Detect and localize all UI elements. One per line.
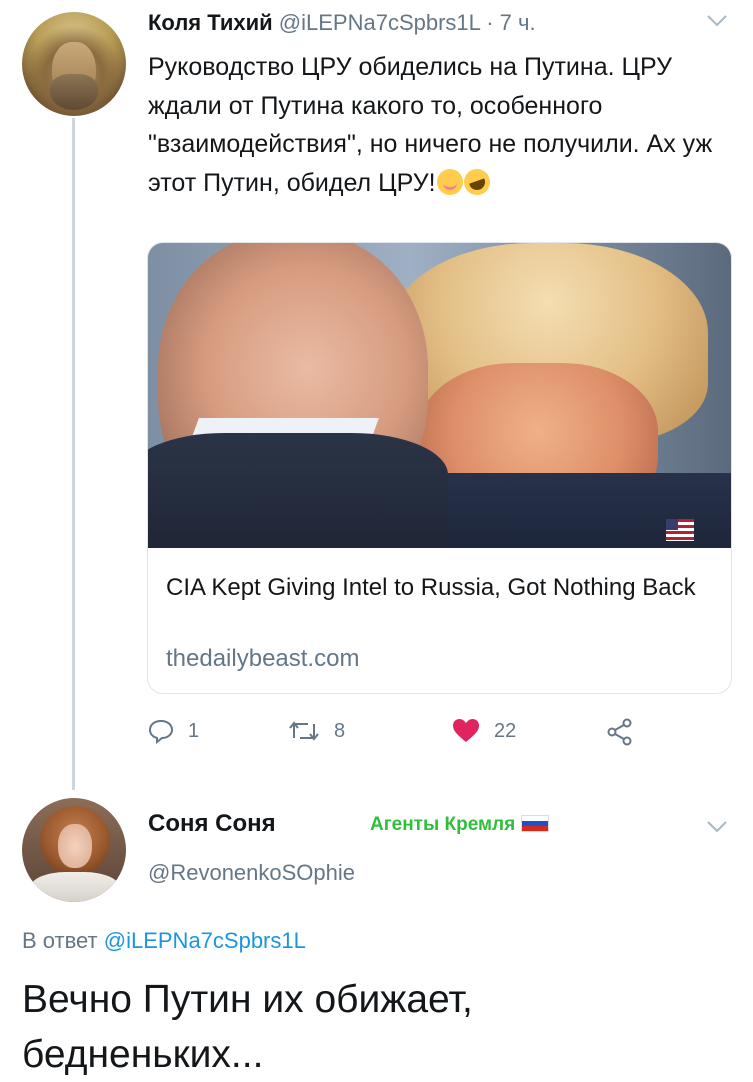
tweet-body: Руководство ЦРУ обиделись на Путина. ЦРУ…: [148, 53, 713, 197]
reply-author-handle[interactable]: @RevonenkoSOphie: [148, 860, 355, 886]
card-image: [148, 243, 731, 548]
card-domain: thedailybeast.com: [166, 645, 360, 672]
retweet-button[interactable]: 8: [288, 718, 345, 744]
photo-person-left-suit: [148, 433, 448, 548]
reply-mention-link[interactable]: @iLEPNa7cSpbrs1L: [104, 928, 306, 953]
russia-flag-icon: [521, 815, 550, 832]
avatar-face: [58, 824, 92, 868]
rolling-laughing-emoji-icon: [459, 164, 494, 199]
reply-button[interactable]: 1: [148, 718, 199, 744]
heart-icon: [453, 719, 479, 742]
reply-author-name[interactable]: Соня Соня: [148, 810, 276, 838]
reply-tweet-text: Вечно Путин их обижает, бедненьких...: [22, 978, 473, 1076]
thread-connector-line: [72, 118, 75, 790]
reply-prefix: В ответ: [22, 928, 104, 953]
share-icon: [607, 718, 632, 746]
reply-icon: [148, 719, 174, 744]
retweet-icon: [289, 721, 319, 741]
chevron-down-icon[interactable]: [706, 12, 728, 33]
retweet-count: 8: [334, 719, 346, 742]
reply-count: 1: [188, 719, 200, 742]
like-button[interactable]: 22: [452, 718, 516, 744]
author-avatar[interactable]: [22, 12, 126, 116]
tweet-actions: 1 8 22: [148, 718, 648, 754]
profile-label-text: Агенты Кремля: [370, 814, 516, 835]
replying-to: В ответ @iLEPNa7cSpbrs1L: [22, 928, 306, 954]
like-count: 22: [494, 719, 517, 742]
share-button[interactable]: [606, 718, 634, 746]
tweet-header: Коля Тихий @iLEPNa7cSpbrs1L · 7 ч.: [148, 10, 536, 36]
tweet-time[interactable]: · 7 ч.: [486, 10, 535, 35]
chevron-down-icon[interactable]: [706, 818, 728, 839]
avatar-body: [30, 872, 120, 902]
profile-label: Агенты Кремля: [370, 814, 550, 836]
flag-pin-icon: [666, 519, 694, 541]
smiling-face-emoji-icon: [436, 168, 463, 195]
avatar-beard: [50, 74, 98, 110]
tweet-text: Руководство ЦРУ обиделись на Путина. ЦРУ…: [148, 48, 723, 202]
author-name[interactable]: Коля Тихий: [148, 10, 273, 35]
card-title: CIA Kept Giving Intel to Russia, Got Not…: [166, 574, 696, 601]
link-card[interactable]: CIA Kept Giving Intel to Russia, Got Not…: [147, 242, 732, 694]
reply-author-avatar[interactable]: [22, 798, 126, 902]
author-handle[interactable]: @iLEPNa7cSpbrs1L: [279, 10, 480, 35]
